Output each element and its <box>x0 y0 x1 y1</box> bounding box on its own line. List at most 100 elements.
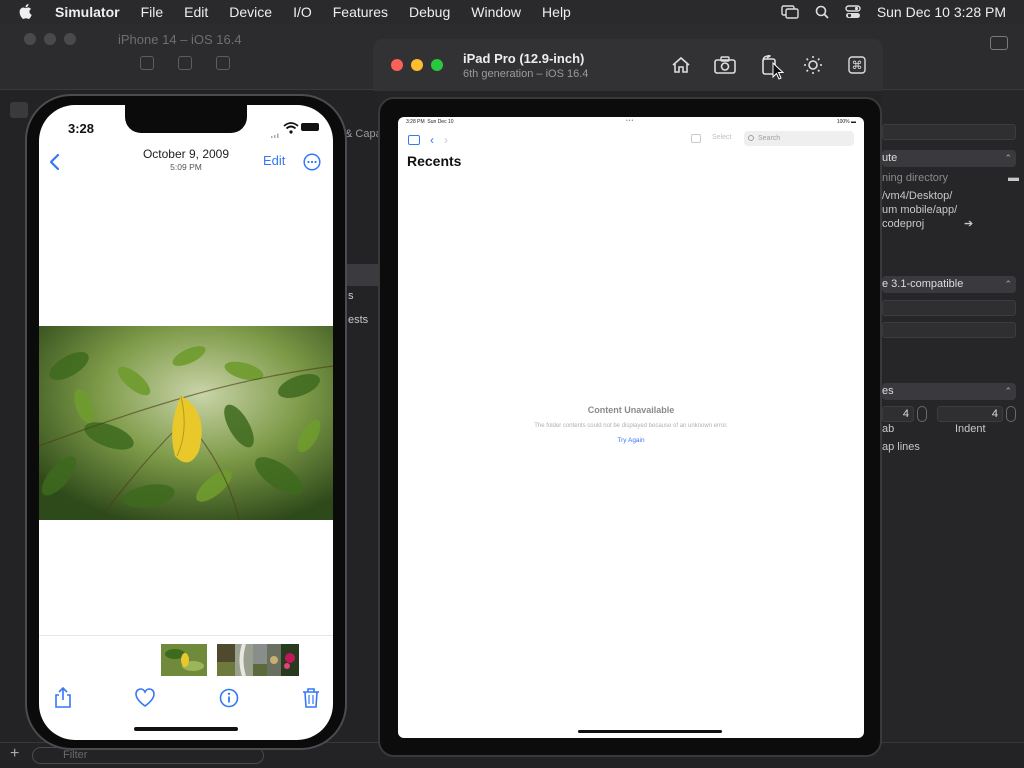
files-nav-bar: ‹ › <box>408 133 448 147</box>
appearance-icon[interactable] <box>801 53 825 77</box>
screenshot-icon[interactable] <box>178 56 192 70</box>
thumbnail-item[interactable] <box>267 644 281 676</box>
thumbnail-item[interactable] <box>281 644 299 676</box>
thumbnail-item[interactable] <box>161 644 207 676</box>
path-line: codeproj <box>882 218 925 230</box>
xcode-window-controls <box>24 33 76 45</box>
info-icon[interactable] <box>219 687 239 709</box>
ipad-simulator-window: iPad Pro (12.9-inch) 6th generation – iO… <box>373 39 883 759</box>
compat-popup[interactable]: e 3.1-compatible ⌃ <box>882 276 1016 293</box>
tab-width-field[interactable]: 4 <box>882 406 914 422</box>
inspector-field[interactable] <box>882 300 1016 316</box>
thumbnail-item[interactable] <box>235 644 253 676</box>
more-options-icon[interactable] <box>303 153 321 176</box>
tab-width-stepper[interactable] <box>917 406 927 422</box>
close-button[interactable] <box>391 59 403 71</box>
ipad-screen: 3:28 PM Sun Dec 10 ••• 100% ▬ ‹ › Select… <box>398 117 864 738</box>
minimize-button[interactable] <box>44 33 56 45</box>
search-field[interactable]: Search <box>744 131 854 146</box>
home-indicator[interactable] <box>134 727 238 731</box>
tab-label: ab <box>882 423 895 435</box>
home-icon[interactable] <box>669 53 693 77</box>
zoom-button[interactable] <box>431 59 443 71</box>
inspector-field[interactable] <box>882 322 1016 338</box>
sidebar-toggle-icon[interactable] <box>408 135 420 145</box>
back-chevron-icon[interactable]: ‹ <box>430 133 434 147</box>
menubar-clock[interactable]: Sun Dec 10 3:28 PM <box>877 4 1006 20</box>
command-key-icon[interactable]: ⌘ <box>845 53 869 77</box>
add-icon[interactable]: + <box>10 745 19 763</box>
path-line: um mobile/app/ <box>882 204 958 216</box>
try-again-button[interactable]: Try Again <box>398 437 864 444</box>
thumbnail-item[interactable] <box>253 644 267 676</box>
navigator-item[interactable]: s <box>348 290 354 302</box>
ipad-window-controls <box>391 59 443 71</box>
navigator-dropdown[interactable] <box>10 102 28 118</box>
battery-text: 100% <box>836 119 850 125</box>
indent-using-popup[interactable]: es ⌃ <box>882 383 1016 400</box>
zoom-button[interactable] <box>64 33 76 45</box>
thumbnail-item[interactable] <box>217 644 235 676</box>
screen-mirroring-icon[interactable] <box>781 5 799 19</box>
multitasking-dots-icon[interactable]: ••• <box>626 118 634 124</box>
reveal-arrow-icon[interactable]: ➔ <box>964 217 973 230</box>
menu-help[interactable]: Help <box>542 4 571 20</box>
ipad-device-frame: 3:28 PM Sun Dec 10 ••• 100% ▬ ‹ › Select… <box>378 97 882 757</box>
menu-file[interactable]: File <box>141 4 164 20</box>
menu-app-name[interactable]: Simulator <box>55 4 120 20</box>
status-time-text: 3:28 PM <box>406 119 425 125</box>
page-title: Recents <box>407 153 462 169</box>
edit-button[interactable]: Edit <box>263 153 285 168</box>
control-center-icon[interactable] <box>845 5 861 19</box>
photo-action-bar <box>39 686 333 713</box>
iphone-device-frame: 3:28 October 9, 2009 5:09 PM Edit <box>25 94 347 750</box>
indent-width-stepper[interactable] <box>1006 406 1016 422</box>
inspector-popup[interactable]: ute ⌃ <box>882 150 1016 167</box>
device-os: 6th generation – iOS 16.4 <box>463 68 589 80</box>
status-date-text: Sun Dec 10 <box>427 119 454 125</box>
wifi-icon <box>283 121 299 139</box>
inspector-toggle-icon[interactable] <box>990 36 1008 50</box>
working-directory-label: ning directory <box>882 172 949 184</box>
menu-debug[interactable]: Debug <box>409 4 450 20</box>
home-icon[interactable] <box>140 56 154 70</box>
menu-device[interactable]: Device <box>229 4 272 20</box>
status-battery: 100% ▬ <box>836 119 856 125</box>
iphone-screen: 3:28 October 9, 2009 5:09 PM Edit <box>39 105 333 740</box>
apple-icon[interactable] <box>19 4 39 20</box>
empty-state-message: The folder contents could not be display… <box>534 423 728 429</box>
minimize-button[interactable] <box>411 59 423 71</box>
inspector-field[interactable] <box>882 124 1016 140</box>
empty-state-title: Content Unavailable <box>587 405 675 415</box>
share-icon[interactable] <box>53 686 73 709</box>
folder-icon[interactable]: ▬ <box>1008 172 1019 184</box>
compat-popup-label: e 3.1-compatible <box>882 278 964 290</box>
xcode-toolbar-icons <box>140 56 230 70</box>
trash-icon[interactable] <box>301 687 321 709</box>
indent-width-field[interactable]: 4 <box>937 406 1003 422</box>
select-button[interactable]: Select <box>712 134 731 141</box>
search-placeholder: Search <box>758 135 781 142</box>
rotate-icon[interactable] <box>216 56 230 70</box>
screenshot-icon[interactable] <box>713 53 737 77</box>
favorite-heart-icon[interactable] <box>135 687 155 709</box>
inspector-popup-label: ute <box>882 152 898 164</box>
menu-features[interactable]: Features <box>333 4 388 20</box>
home-indicator[interactable] <box>578 730 722 733</box>
photo-time: 5:09 PM <box>170 162 202 172</box>
menu-edit[interactable]: Edit <box>184 4 208 20</box>
status-time: 3:28 <box>68 121 95 136</box>
forward-chevron-icon[interactable]: › <box>444 133 448 147</box>
menu-io[interactable]: I/O <box>293 4 312 20</box>
spotlight-search-icon[interactable] <box>815 5 829 19</box>
menu-window[interactable]: Window <box>471 4 521 20</box>
wrap-lines-label[interactable]: ap lines <box>882 441 920 453</box>
dynamic-notch <box>125 105 247 133</box>
device-name: iPad Pro (12.9-inch) <box>463 51 585 66</box>
thumbnail-strip <box>39 635 333 676</box>
view-options-icon[interactable] <box>691 134 701 143</box>
navigator-item[interactable]: ests <box>348 314 368 326</box>
photo-image[interactable] <box>39 326 333 520</box>
close-button[interactable] <box>24 33 36 45</box>
indent-using-label: es <box>882 385 894 397</box>
